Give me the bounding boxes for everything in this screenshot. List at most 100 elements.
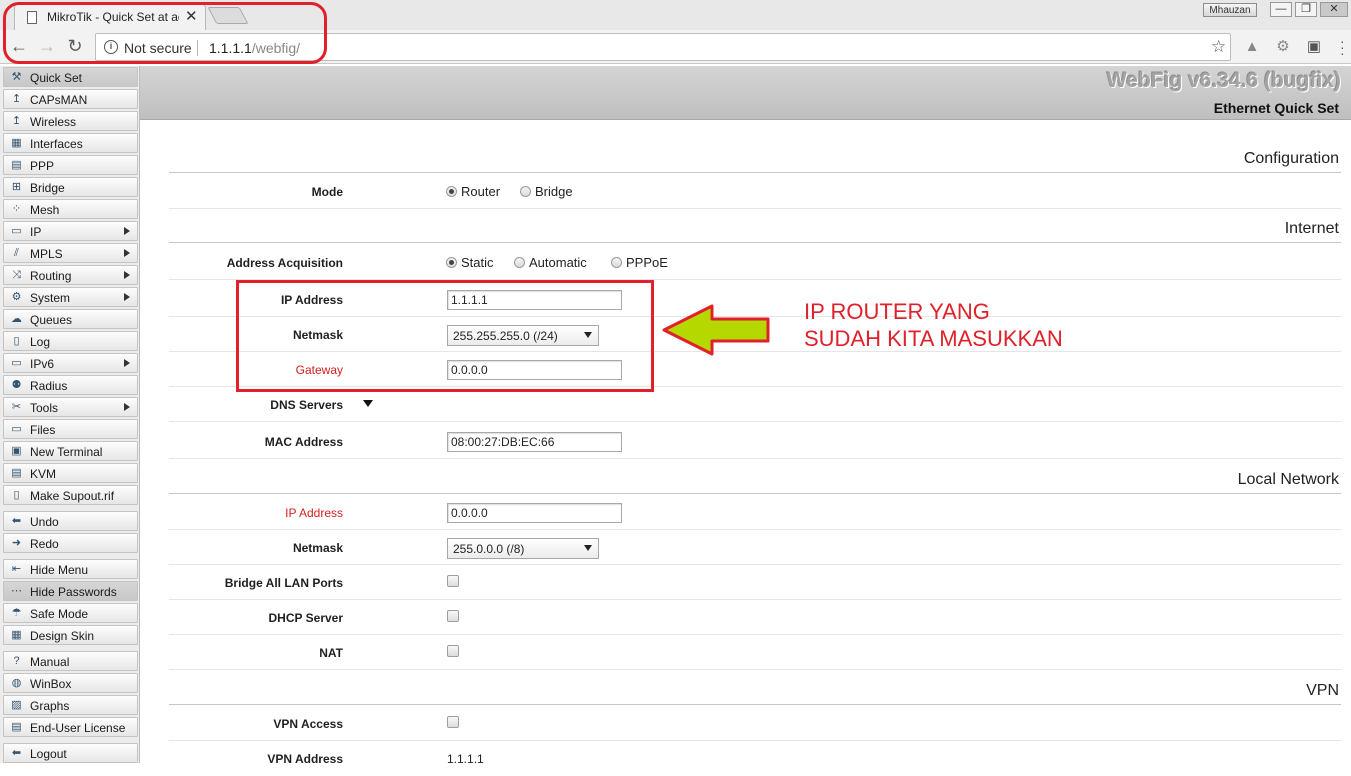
sidebar-item-label: Safe Mode (30, 607, 89, 621)
kvm-icon: ▤ (11, 467, 22, 479)
sidebar-item-hide-menu[interactable]: ⇤ Hide Menu (3, 559, 138, 579)
sidebar-item-graphs[interactable]: ▨ Graphs (3, 695, 138, 715)
sidebar-item-manual[interactable]: ? Manual (3, 651, 138, 671)
sidebar-item-label: Queues (30, 313, 73, 327)
sidebar-item-kvm[interactable]: ▤ KVM (3, 463, 138, 483)
dhcp-label: DHCP Server (268, 611, 343, 625)
drive-extension-icon[interactable]: ▲ (1243, 38, 1261, 56)
local-ip-input[interactable]: 0.0.0.0 (447, 503, 622, 523)
sidebar-item-logout[interactable]: ⬅ Logout (3, 743, 138, 763)
sidebar-item-undo[interactable]: ⬅ Undo (3, 511, 138, 531)
radius-icon: ⚉ (11, 379, 22, 391)
annotation-highlight-box (236, 280, 654, 392)
sidebar-item-label: Logout (30, 747, 67, 761)
sidebar-item-queues[interactable]: ☁ Queues (3, 309, 138, 329)
webfig-brand: WebFig v6.34.6 (bugfix) (1106, 69, 1341, 92)
acquisition-pppoe-radio[interactable]: PPPoE (611, 255, 668, 270)
annotation-arrow-icon (662, 304, 770, 356)
sidebar-item-bridge[interactable]: ⊞ Bridge (3, 177, 138, 197)
profile-badge[interactable]: Mhauzan (1203, 3, 1257, 17)
interfaces-icon: ▦ (11, 137, 22, 149)
sidebar-item-ppp[interactable]: ▤ PPP (3, 155, 138, 175)
sidebar-item-design-skin[interactable]: ▦ Design Skin (3, 625, 138, 645)
sidebar-item-mpls[interactable]: ⫽ MPLS (3, 243, 138, 263)
dns-expand-icon[interactable] (363, 400, 373, 407)
sidebar-item-ip[interactable]: ▭ IP (3, 221, 138, 241)
dhcp-checkbox[interactable] (447, 610, 459, 622)
radio-dot (446, 257, 457, 268)
acquisition-row: Address Acquisition Static Automatic PPP… (169, 245, 1341, 280)
sidebar-item-end-user-license[interactable]: ▤ End-User License (3, 717, 138, 737)
sidebar-item-winbox[interactable]: ◍ WinBox (3, 673, 138, 693)
license-icon: ▤ (11, 721, 22, 733)
sidebar-item-quick-set[interactable]: ⚒ Quick Set (3, 67, 138, 87)
sidebar-item-mesh[interactable]: ⁘ Mesh (3, 199, 138, 219)
mode-row: Mode Router Bridge (169, 174, 1341, 209)
sidebar-item-label: New Terminal (30, 445, 103, 459)
bridge-icon: ⊞ (11, 181, 22, 193)
sidebar-item-routing[interactable]: ⤨ Routing (3, 265, 138, 285)
sidebar-item-label: Redo (30, 537, 59, 551)
section-local-network: Local Network (169, 468, 1341, 494)
sidebar-item-label: IP (30, 225, 42, 239)
minimize-button[interactable]: — (1270, 2, 1292, 17)
sidebar-item-label: Design Skin (30, 629, 95, 643)
sidebar-item-hide-passwords[interactable]: ⋯ Hide Passwords (3, 581, 138, 601)
sidebar-item-label: Interfaces (30, 137, 83, 151)
page-title: Ethernet Quick Set (1213, 100, 1339, 116)
bridge-lan-row: Bridge All LAN Ports (169, 565, 1341, 600)
sidebar-item-label: Radius (30, 379, 68, 393)
bridge-lan-checkbox[interactable] (447, 575, 459, 587)
mode-router-radio[interactable]: Router (446, 184, 500, 199)
routing-icon: ⤨ (12, 269, 21, 281)
vpn-access-checkbox[interactable] (447, 716, 459, 728)
section-configuration: Configuration (169, 147, 1341, 173)
local-netmask-row: Netmask 255.0.0.0 (/8) (169, 530, 1341, 565)
sidebar-item-tools[interactable]: ✂ Tools (3, 397, 138, 417)
radio-dot (520, 186, 531, 197)
sidebar-item-label: Manual (30, 655, 70, 669)
sidebar-item-radius[interactable]: ⚉ Radius (3, 375, 138, 395)
maximize-button[interactable]: ❐ (1295, 2, 1317, 17)
terminal-icon: ▣ (11, 445, 22, 457)
sidebar-item-wireless[interactable]: ↥ Wireless (3, 111, 138, 131)
mpls-icon: ⫽ (14, 247, 19, 259)
browser-menu-icon[interactable]: · · · (1340, 34, 1348, 60)
vpn-access-row: VPN Access (169, 706, 1341, 741)
settings-extension-icon[interactable]: ⚙ (1274, 38, 1292, 56)
local-netmask-label: Netmask (292, 541, 343, 555)
local-netmask-select[interactable]: 255.0.0.0 (/8) (447, 538, 599, 559)
local-ip-row: IP Address 0.0.0.0 (169, 495, 1341, 530)
mode-bridge-radio[interactable]: Bridge (520, 184, 573, 199)
section-title: VPN (1306, 682, 1339, 699)
sidebar-item-capsman[interactable]: ↥ CAPsMAN (3, 89, 138, 109)
acquisition-automatic-radio[interactable]: Automatic (514, 255, 587, 270)
sidebar-item-new-terminal[interactable]: ▣ New Terminal (3, 441, 138, 461)
quickset-icon: ⚒ (11, 71, 22, 83)
briefcase-extension-icon[interactable]: ▣ (1305, 38, 1323, 56)
undo-icon: ⬅ (11, 515, 22, 527)
mode-bridge-label: Bridge (535, 184, 573, 199)
page-header: WebFig v6.34.6 (bugfix) Ethernet Quick S… (140, 66, 1351, 120)
mac-input[interactable]: 08:00:27:DB:EC:66 (447, 432, 622, 452)
vpn-address-row: VPN Address 1.1.1.1 (169, 741, 1341, 776)
vpn-access-label: VPN Access (273, 717, 343, 731)
sidebar-item-safe-mode[interactable]: ☂ Safe Mode (3, 603, 138, 623)
sidebar-item-log[interactable]: ▯ Log (3, 331, 138, 351)
sidebar-item-ipv6[interactable]: ▭ IPv6 (3, 353, 138, 373)
files-icon: ▭ (11, 423, 22, 435)
mac-label: MAC Address (264, 435, 343, 449)
sidebar-item-label: Routing (30, 269, 72, 283)
logout-icon: ⬅ (11, 747, 22, 759)
nat-checkbox[interactable] (447, 645, 459, 657)
sidebar-item-label: PPP (30, 159, 55, 173)
sidebar-item-label: Log (30, 335, 51, 349)
sidebar-item-redo[interactable]: ➜ Redo (3, 533, 138, 553)
bookmark-star-icon[interactable]: ☆ (1211, 37, 1226, 57)
sidebar-item-make-supout-rif[interactable]: ▯ Make Supout.rif (3, 485, 138, 505)
sidebar-item-interfaces[interactable]: ▦ Interfaces (3, 133, 138, 153)
close-window-button[interactable]: ✕ (1320, 2, 1348, 17)
sidebar-item-files[interactable]: ▭ Files (3, 419, 138, 439)
sidebar-item-system[interactable]: ⚙ System (3, 287, 138, 307)
acquisition-static-radio[interactable]: Static (446, 255, 494, 270)
